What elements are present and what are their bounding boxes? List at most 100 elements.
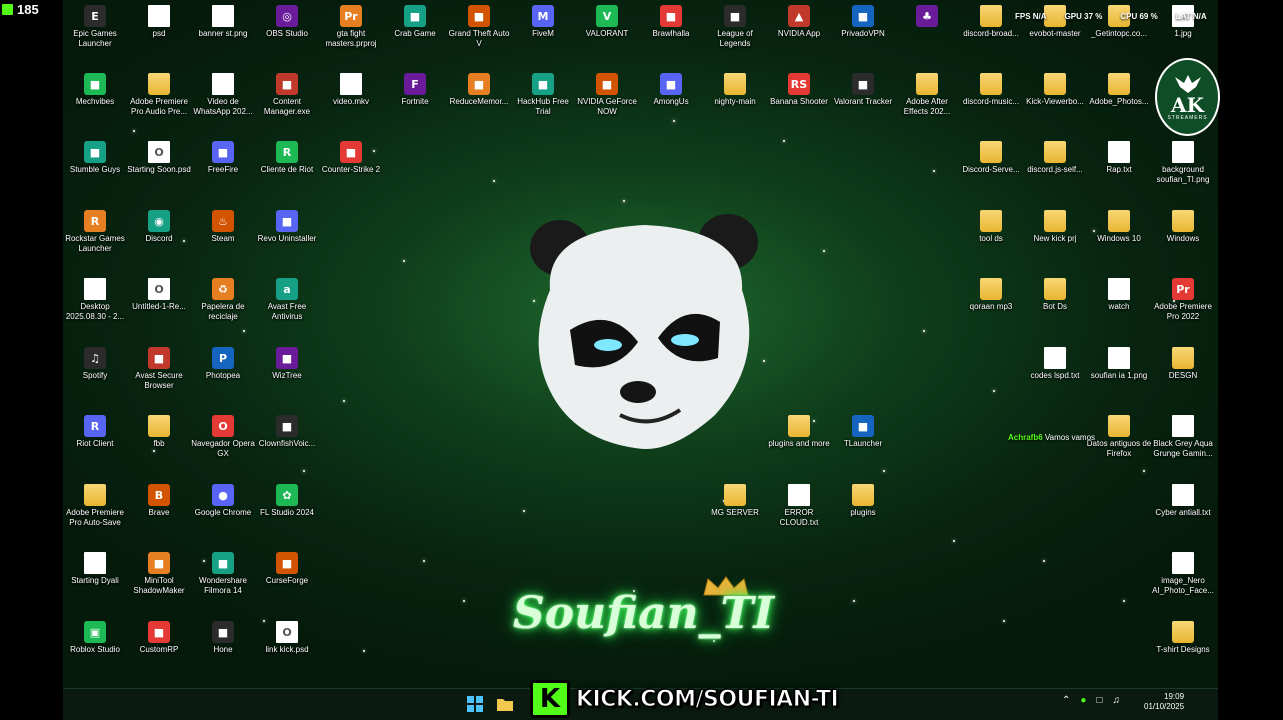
desktop-icon[interactable]: ♣ (894, 5, 960, 29)
desktop-icon[interactable]: ■ Mechvibes (62, 73, 128, 107)
desktop-icon[interactable]: O Navegador Opera GX (190, 415, 256, 458)
desktop-icon[interactable]: B Brave (126, 484, 192, 518)
desktop-icon[interactable]: Windows 10 (1086, 210, 1152, 244)
desktop-icon[interactable]: ■ ReduceMemor... (446, 73, 512, 107)
desktop-icon[interactable]: Kick-Viewerbo... (1022, 73, 1088, 107)
desktop-icon[interactable]: Cyber antiall.txt (1150, 484, 1216, 518)
desktop-icon[interactable]: ✿ FL Studio 2024 (254, 484, 320, 518)
desktop-icon[interactable]: O Untitled-1-Re... (126, 278, 192, 312)
desktop-icon[interactable]: ■ CurseForge (254, 552, 320, 586)
desktop-icon[interactable]: E Epic Games Launcher (62, 5, 128, 48)
desktop-icon[interactable]: Adobe Premiere Pro Audio Pre... (126, 73, 192, 116)
desktop-icon[interactable]: M FiveM (510, 5, 576, 39)
desktop-icon[interactable]: discord.js-self... (1022, 141, 1088, 175)
desktop-icon[interactable]: ■ Crab Game (382, 5, 448, 39)
desktop-icon[interactable]: P Photopea (190, 347, 256, 381)
desktop-icon[interactable]: V VALORANT (574, 5, 640, 39)
desktop-icon[interactable]: Windows (1150, 210, 1216, 244)
desktop-icon[interactable]: plugins and more (766, 415, 832, 449)
desktop-icon[interactable]: ● Google Chrome (190, 484, 256, 518)
desktop-icon[interactable]: MG SERVER (702, 484, 768, 518)
microphone-icon[interactable]: ● (1080, 695, 1086, 706)
desktop-icon[interactable]: Pr Adobe Premiere Pro 2022 (1150, 278, 1216, 321)
desktop-icon[interactable]: ■ ClownfishVoic... (254, 415, 320, 449)
desktop-icon[interactable]: ■ HackHub Free Trial (510, 73, 576, 116)
desktop-icon[interactable]: discord-broad... (958, 5, 1024, 39)
desktop-icon[interactable]: Olink kick.psd (254, 621, 320, 655)
desktop-icon[interactable]: ■ FreeFire (190, 141, 256, 175)
desktop-icon[interactable]: ■ WizTree (254, 347, 320, 381)
desktop-icon[interactable]: image_Nero AI_Photo_Face... (1150, 552, 1216, 595)
windows-start-icon[interactable] (466, 695, 484, 713)
desktop-icon[interactable]: qoraan mp3 (958, 278, 1024, 312)
desktop-icon[interactable]: DESGN (1150, 347, 1216, 381)
desktop-icon[interactable]: 1.jpg (1150, 5, 1216, 39)
desktop-icon[interactable]: ◉ Discord (126, 210, 192, 244)
chevron-up-icon[interactable]: ⌃ (1062, 695, 1070, 706)
desktop-icon[interactable]: psd (126, 5, 192, 39)
desktop-icon[interactable]: ■ AmongUs (638, 73, 704, 107)
desktop-icon[interactable]: nighty-main (702, 73, 768, 107)
desktop-icon[interactable]: Datos antiguos de Firefox (1086, 415, 1152, 458)
desktop-icon[interactable]: ■ PrivadoVPN (830, 5, 896, 39)
desktop-icon[interactable]: ERROR CLOUD.txt (766, 484, 832, 527)
desktop-icon[interactable]: Starting Dyali (62, 552, 128, 586)
desktop-icon[interactable]: O Starting Soon.psd (126, 141, 192, 175)
desktop-icon[interactable]: Video de WhatsApp 202... (190, 73, 256, 116)
desktop-icon[interactable]: plugins (830, 484, 896, 518)
desktop-icon[interactable]: ♫ Spotify (62, 347, 128, 381)
desktop-icon[interactable]: ♻ Papelera de reciclaje (190, 278, 256, 321)
desktop-icon[interactable]: ■ Grand Theft Auto V (446, 5, 512, 48)
network-icon[interactable]: □ (1096, 695, 1102, 706)
desktop-icon[interactable]: ■ Wondershare Filmora 14 (190, 552, 256, 595)
desktop-icon[interactable]: codes lspd.txt (1022, 347, 1088, 381)
desktop-icon[interactable]: ■ Counter-Strike 2 (318, 141, 384, 175)
desktop-icon[interactable]: ■ Content Manager.exe (254, 73, 320, 116)
desktop-icon[interactable]: R Rockstar Games Launcher (62, 210, 128, 253)
desktop-icon[interactable]: Bot Ds (1022, 278, 1088, 312)
desktop-icon[interactable]: ■ CustomRP (126, 621, 192, 655)
desktop-icon[interactable]: ■ Brawlhalla (638, 5, 704, 39)
desktop-icon[interactable]: R Cliente de Riot (254, 141, 320, 175)
volume-icon[interactable]: ♫ (1112, 695, 1120, 706)
desktop-icon[interactable]: ▣ Roblox Studio (62, 621, 128, 655)
desktop-icon[interactable]: discord-music... (958, 73, 1024, 107)
desktop-icon[interactable]: R Riot Client (62, 415, 128, 449)
desktop-icon[interactable]: soufian ia 1.png (1086, 347, 1152, 381)
desktop-icon[interactable]: a Avast Free Antivirus (254, 278, 320, 321)
desktop-icon[interactable]: Adobe After Effects 202... (894, 73, 960, 116)
desktop-icon[interactable]: ■ Valorant Tracker (830, 73, 896, 107)
desktop-icon[interactable]: Black Grey Aqua Grunge Gamin... (1150, 415, 1216, 458)
desktop-icon[interactable]: ■ Revo Uninstaller (254, 210, 320, 244)
desktop-icon[interactable]: ◎ OBS Studio (254, 5, 320, 39)
desktop-icon[interactable]: Desktop 2025.08.30 - 2... (62, 278, 128, 321)
desktop-icon[interactable]: Rap.txt (1086, 141, 1152, 175)
desktop-icon[interactable]: banner st.png (190, 5, 256, 39)
desktop-icon[interactable]: New kick prj (1022, 210, 1088, 244)
desktop-icon[interactable]: ■ MiniTool ShadowMaker (126, 552, 192, 595)
file-explorer-icon[interactable] (496, 695, 514, 713)
desktop-icon[interactable]: ■ NVIDIA GeForce NOW (574, 73, 640, 116)
desktop-icon[interactable]: video.mkv (318, 73, 384, 107)
desktop-icon[interactable]: ■ Stumble Guys (62, 141, 128, 175)
desktop-icon[interactable]: ■ Hone (190, 621, 256, 655)
desktop-icon[interactable]: ▲ NVIDIA App (766, 5, 832, 39)
desktop-icon[interactable]: tool ds (958, 210, 1024, 244)
desktop-icon[interactable]: ■ TLauncher (830, 415, 896, 449)
desktop-icon[interactable]: ■ League of Legends (702, 5, 768, 48)
desktop-icon[interactable]: T-shirt Designs (1150, 621, 1216, 655)
desktop-icon[interactable]: Pr gta fight masters.prproj (318, 5, 384, 48)
desktop-icon[interactable]: ■ Avast Secure Browser (126, 347, 192, 390)
desktop-icon[interactable]: background soufian_TI.png (1150, 141, 1216, 184)
desktop-icon[interactable]: ♨ Steam (190, 210, 256, 244)
taskbar-clock[interactable]: 19:09 01/10/2025 (1144, 692, 1184, 712)
desktop-icon[interactable]: watch (1086, 278, 1152, 312)
desktop-icon[interactable]: RS Banana Shooter (766, 73, 832, 107)
desktop-icon[interactable]: Discord-Serve... (958, 141, 1024, 175)
desktop-icon[interactable]: Adobe_Photos... (1086, 73, 1152, 107)
desktop-icon[interactable]: evobot-master (1022, 5, 1088, 39)
desktop-icon[interactable]: _Getintopc.co... (1086, 5, 1152, 39)
desktop-icon[interactable]: F Fortnite (382, 73, 448, 107)
desktop-icon[interactable]: Adobe Premiere Pro Auto-Save (62, 484, 128, 527)
desktop-icon[interactable]: fbb (126, 415, 192, 449)
